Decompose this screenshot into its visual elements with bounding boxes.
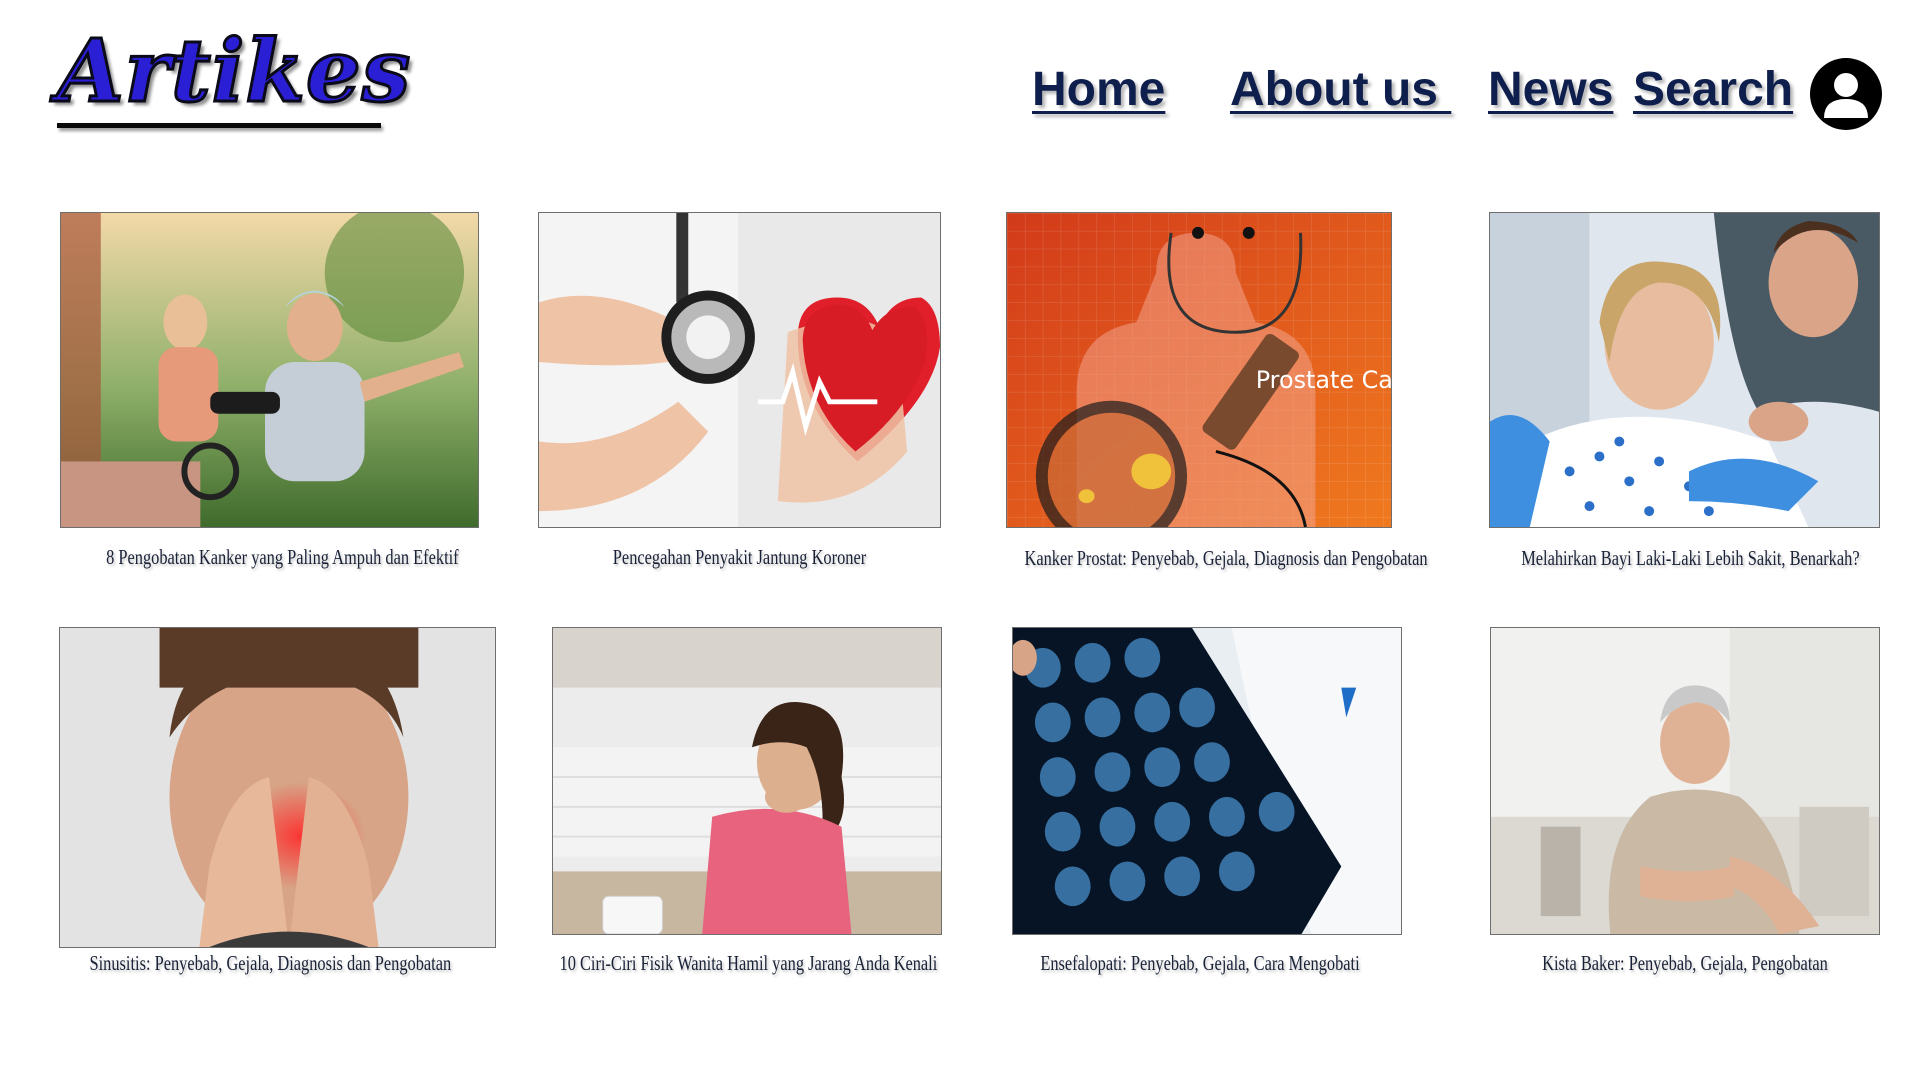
- article-title-link[interactable]: Sinusitis: Penyebab, Gejala, Diagnosis d…: [90, 950, 452, 976]
- article-thumbnail[interactable]: [538, 212, 941, 528]
- nav-home-link[interactable]: Home: [1032, 60, 1165, 120]
- article-title-link[interactable]: Pencegahan Penyakit Jantung Koroner: [582, 544, 896, 570]
- image-overlay-text: Prostate Ca: [1256, 366, 1391, 394]
- sinus-pain-photo: [60, 628, 495, 947]
- article-title-link[interactable]: Kanker Prostat: Penyebab, Gejala, Diagno…: [1025, 545, 1428, 571]
- article-title-link[interactable]: 10 Ciri-Ciri Fisik Wanita Hamil yang Jar…: [560, 950, 938, 976]
- nauseous-woman-photo: [553, 628, 941, 934]
- childbirth-photo: [1490, 213, 1879, 527]
- knee-pain-photo: [1491, 628, 1879, 934]
- article-thumbnail[interactable]: [59, 627, 496, 948]
- logo-underline: [57, 123, 381, 128]
- article-thumbnail[interactable]: [1012, 627, 1402, 935]
- article-title-link[interactable]: Ensefalopati: Penyebab, Gejala, Cara Men…: [1025, 950, 1376, 976]
- article-thumbnail[interactable]: [1490, 627, 1880, 935]
- page: Artikes Home About us News Search 8 Peng…: [0, 0, 1920, 1080]
- article-title-link[interactable]: 8 Pengobatan Kanker yang Paling Ampuh da…: [106, 544, 459, 570]
- nav-search-link[interactable]: Search: [1633, 60, 1793, 120]
- article-title-link[interactable]: Melahirkan Bayi Laki-Laki Lebih Sakit, B…: [1521, 545, 1859, 571]
- prostate-cancer-illustration: Prostate Ca: [1007, 213, 1391, 527]
- article-thumbnail[interactable]: [1489, 212, 1880, 528]
- site-logo[interactable]: Artikes: [56, 20, 412, 130]
- user-avatar-icon[interactable]: [1810, 58, 1882, 130]
- article-thumbnail[interactable]: [60, 212, 479, 528]
- article-thumbnail[interactable]: Prostate Ca: [1006, 212, 1392, 528]
- article-title-link[interactable]: Kista Baker: Penyebab, Gejala, Pengobata…: [1521, 950, 1849, 976]
- nav-news-link[interactable]: News: [1488, 60, 1613, 120]
- brain-scan-photo: [1013, 628, 1401, 934]
- article-thumbnail[interactable]: [552, 627, 942, 935]
- cancer-patient-outdoors-photo: [61, 213, 478, 527]
- stethoscope-heart-photo: [539, 213, 940, 527]
- nav-about-link[interactable]: About us: [1230, 60, 1451, 120]
- logo-text: Artikes: [56, 20, 412, 123]
